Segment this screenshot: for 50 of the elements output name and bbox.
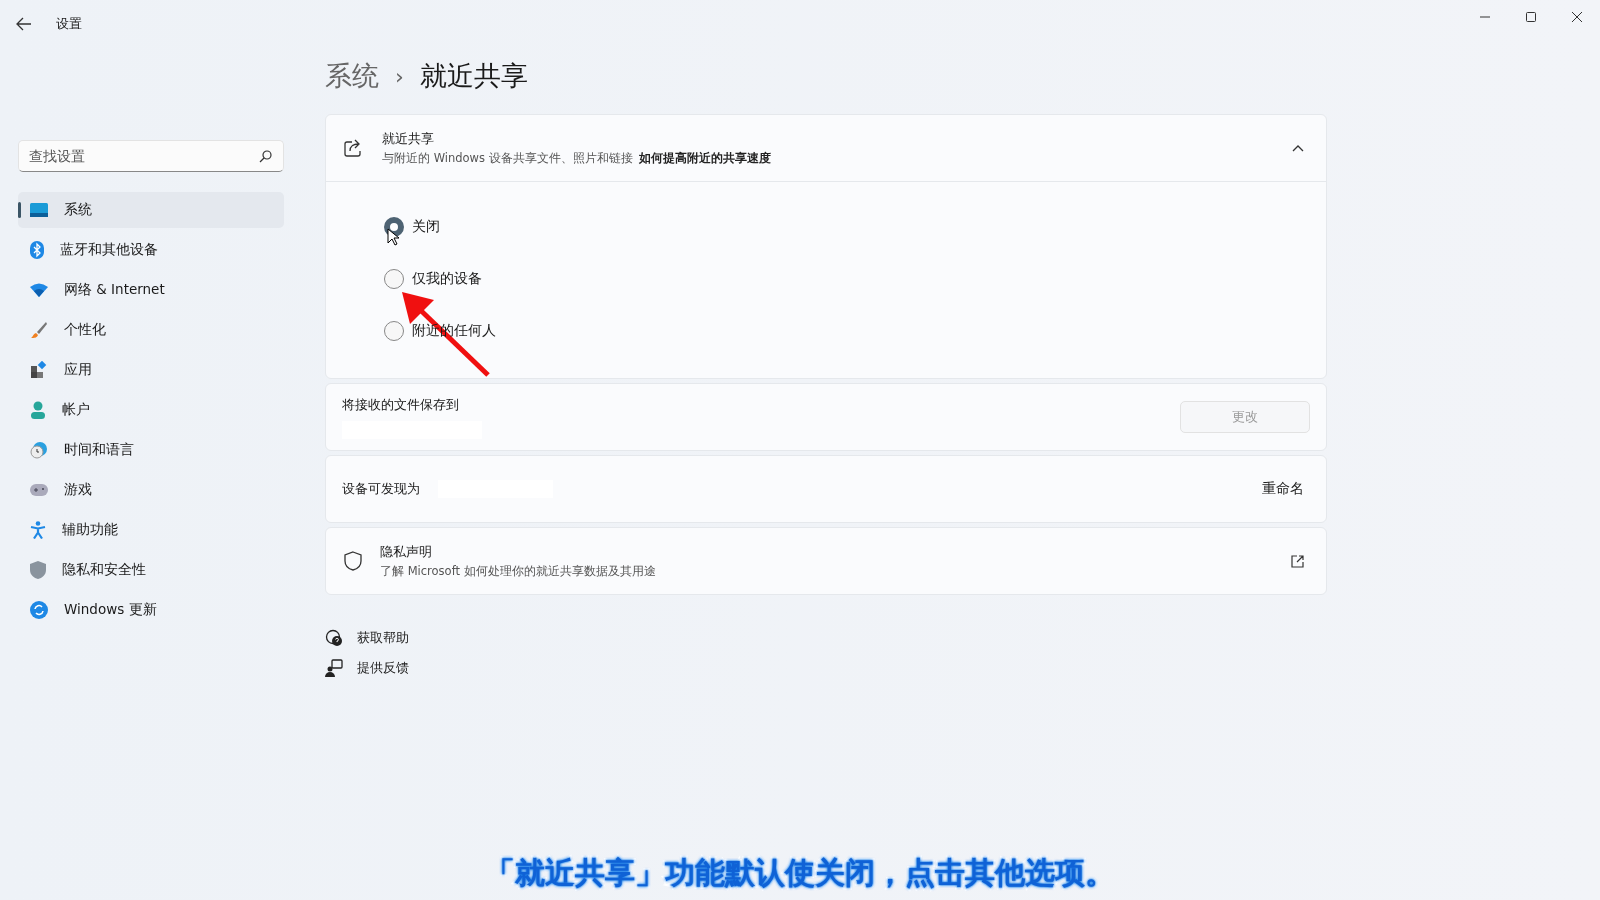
- sync-icon: [30, 601, 48, 619]
- sidebar-item[interactable]: 蓝牙和其他设备: [18, 232, 284, 268]
- sidebar-item[interactable]: 个性化: [18, 312, 284, 348]
- search-icon: [259, 150, 272, 163]
- close-icon[interactable]: [1571, 11, 1583, 23]
- sidebar-item[interactable]: 网络 & Internet: [18, 272, 284, 308]
- feedback-icon: [325, 659, 343, 677]
- card-title: 就近共享: [382, 130, 435, 148]
- monitor-icon: [30, 203, 48, 217]
- setting-label: 将接收的文件保存到: [342, 395, 460, 414]
- bluetooth-icon: [30, 241, 44, 259]
- brush-icon: [30, 321, 48, 339]
- footer-link[interactable]: 提供反馈: [325, 659, 1600, 677]
- sidebar-item[interactable]: 时间和语言: [18, 432, 284, 468]
- accessibility-icon: [30, 521, 46, 539]
- shield-icon: [30, 561, 46, 579]
- cursor-icon: [387, 228, 399, 246]
- breadcrumb-link[interactable]: 系统: [325, 58, 379, 94]
- wifi-icon: [30, 283, 48, 297]
- apps-icon: [30, 361, 48, 379]
- globe-clock-icon: [30, 441, 48, 459]
- search-field[interactable]: 查找设置: [18, 140, 284, 172]
- sidebar-item[interactable]: 辅助功能: [18, 512, 284, 548]
- sidebar-item[interactable]: 帐户: [18, 392, 284, 428]
- share-icon: [344, 139, 364, 157]
- sidebar-item[interactable]: 隐私和安全性: [18, 552, 284, 588]
- card-description: 了解 Microsoft 如何处理你的就近共享数据及其用途: [380, 564, 656, 579]
- radio-button[interactable]: [384, 269, 404, 289]
- footer-link[interactable]: 获取帮助: [325, 629, 1600, 647]
- page-title: 就近共享: [419, 59, 528, 93]
- gamepad-icon: [30, 484, 48, 496]
- help-link[interactable]: 如何提高附近的共享速度: [638, 151, 771, 165]
- radio-option[interactable]: 仅我的设备: [384, 268, 1326, 290]
- maximize-icon[interactable]: [1525, 11, 1537, 23]
- breadcrumb-separator: ›: [395, 63, 404, 89]
- sidebar-item[interactable]: 系统: [18, 192, 284, 228]
- help-icon: [325, 629, 343, 647]
- back-icon[interactable]: [16, 17, 32, 31]
- radio-button[interactable]: [384, 321, 404, 341]
- shield-icon: [344, 551, 362, 571]
- card-description: 与附近的 Windows 设备共享文件、照片和链接 如何提高附近的共享速度: [382, 151, 771, 166]
- setting-label: 设备可发现为: [342, 480, 420, 498]
- card-title: 隐私声明: [380, 543, 433, 561]
- subtitle-caption: 「就近共享」功能默认使关闭，点击其他选项。: [485, 854, 1115, 892]
- window-title: 设置: [56, 15, 82, 33]
- sidebar-item[interactable]: 应用: [18, 352, 284, 388]
- person-icon: [30, 401, 46, 419]
- sidebar-item[interactable]: 游戏: [18, 472, 284, 508]
- rename-button[interactable]: 重命名: [1256, 479, 1310, 499]
- sidebar-item[interactable]: Windows 更新: [18, 592, 284, 628]
